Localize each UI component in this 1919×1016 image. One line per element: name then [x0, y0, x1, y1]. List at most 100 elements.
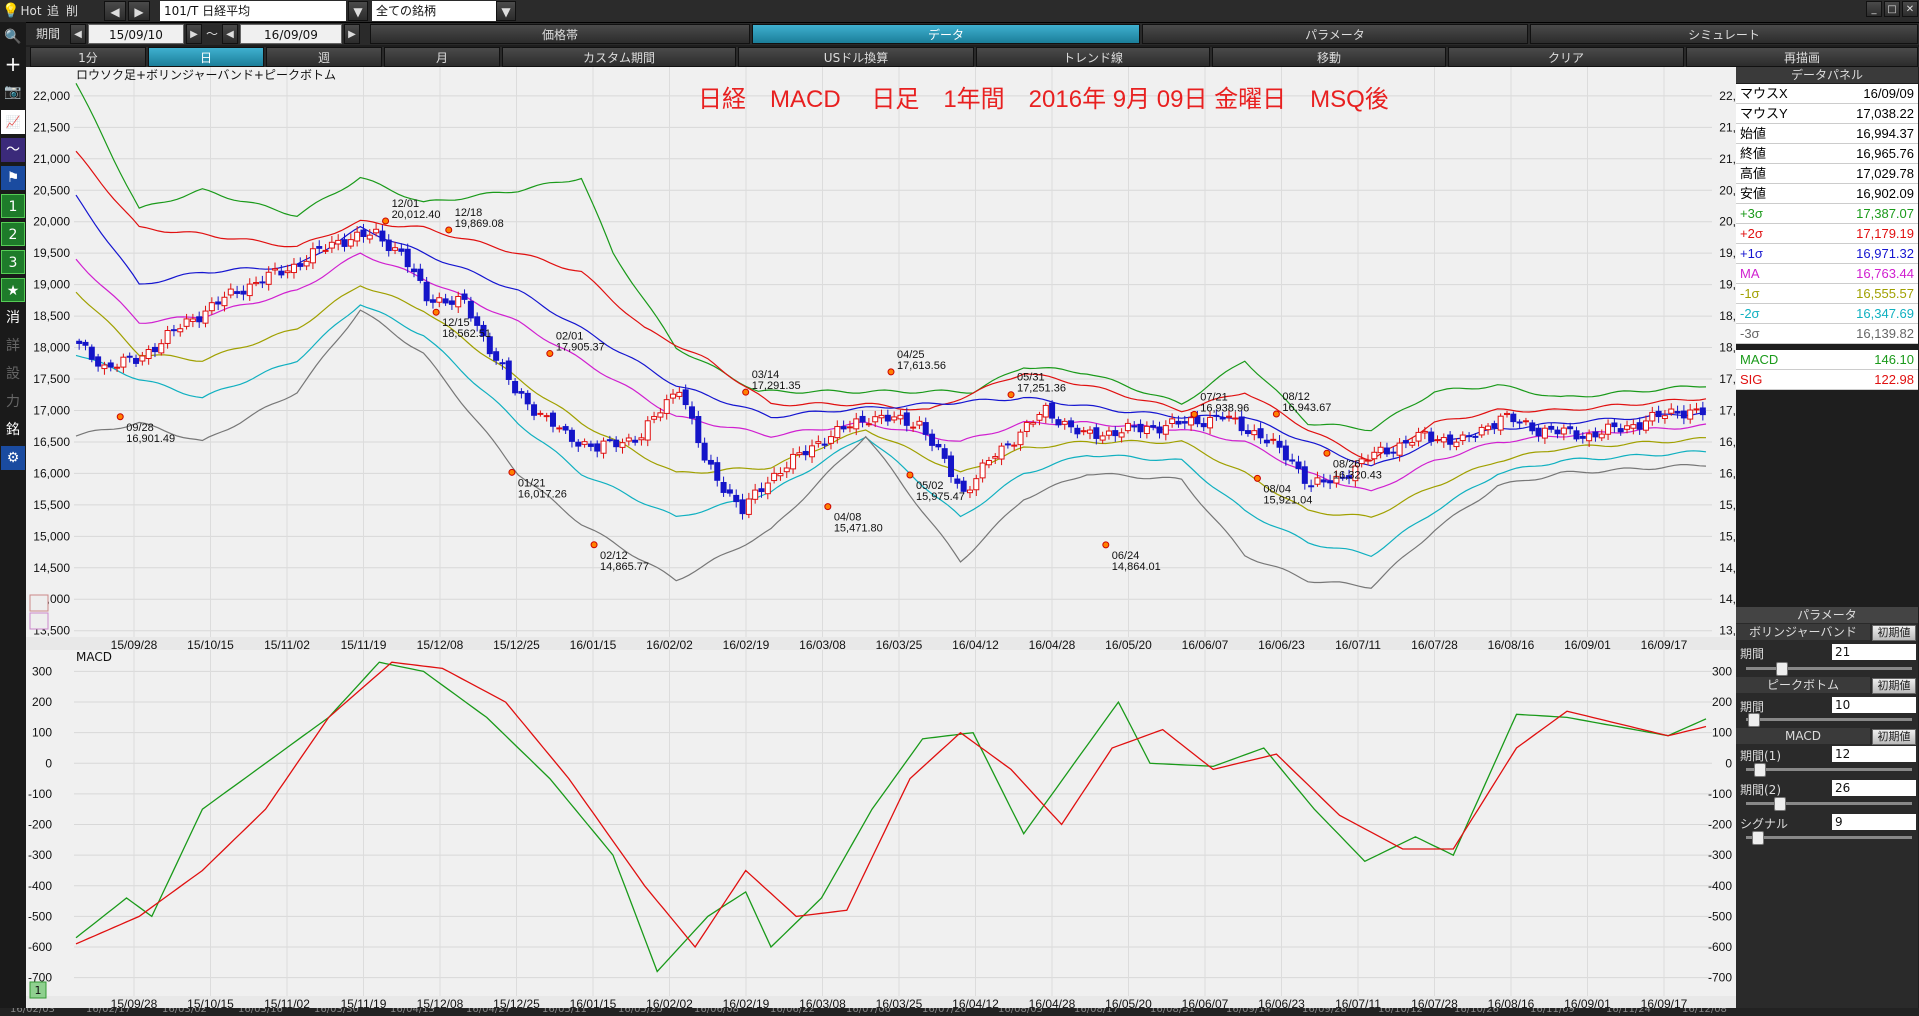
preset-2-button[interactable]: 2	[1, 222, 25, 246]
erase-button[interactable]: 消	[1, 306, 25, 330]
lightbulb-icon[interactable]: 💡	[2, 1, 20, 21]
candle-body	[910, 426, 917, 429]
filter-dropdown-icon[interactable]: ▼	[496, 1, 516, 21]
candle-body	[1276, 440, 1283, 448]
candle-body	[1207, 416, 1214, 429]
candle-body	[234, 291, 241, 294]
date-from-field[interactable]: 15/09/10	[88, 24, 184, 44]
menu-item-8[interactable]: クリア	[1448, 47, 1684, 67]
star-icon[interactable]: ★	[1, 278, 25, 302]
menu-item-1[interactable]: 日	[148, 47, 264, 67]
magnifier-icon[interactable]: 🔍	[1, 25, 25, 49]
parameter-panel: パラメータ ボリンジャーバンド 初期値 期間 21 ピークボトム 初期値 期間 …	[1736, 607, 1918, 1016]
data-key: +1σ	[1740, 246, 1763, 261]
macd-p2-slider[interactable]	[1746, 797, 1912, 811]
bb-period-field[interactable]: 21	[1832, 644, 1916, 660]
macd-p1-slider[interactable]	[1746, 763, 1912, 777]
bollinger-reset-button[interactable]: 初期値	[1872, 625, 1916, 641]
candle-body	[752, 489, 759, 500]
chart-candle-icon[interactable]: 📈	[1, 110, 25, 134]
crosshair-icon[interactable]: +	[1, 52, 25, 76]
candle-body	[202, 310, 209, 324]
tab-1[interactable]: データ	[752, 24, 1140, 44]
symbol-button[interactable]: 銘	[1, 418, 25, 442]
date-from-prev-icon[interactable]: ◀	[70, 24, 86, 44]
menu-item-6[interactable]: トレンド線	[976, 47, 1210, 67]
preset-1-button[interactable]: 1	[1, 194, 25, 218]
filter-field[interactable]: 全ての銘柄	[372, 1, 496, 21]
close-icon[interactable]: ✕	[1902, 1, 1918, 17]
maximize-icon[interactable]: □	[1884, 1, 1900, 17]
candle-body	[133, 357, 140, 364]
candle-body	[1693, 408, 1700, 411]
price-tick-right: 16,500	[1719, 435, 1736, 449]
symbol-dropdown-icon[interactable]: ▼	[348, 1, 368, 21]
pb-period-slider[interactable]	[1746, 713, 1912, 727]
bb-period-thumb[interactable]	[1776, 662, 1788, 676]
annotation-value: 16,938.96	[1200, 402, 1249, 414]
next-symbol-button[interactable]: ▶	[128, 1, 150, 21]
macd-tick-right: -200	[1708, 818, 1732, 832]
candle-body	[1219, 417, 1226, 420]
pb-period-thumb[interactable]	[1748, 713, 1760, 727]
signal-thumb[interactable]	[1752, 831, 1764, 845]
menu-item-9[interactable]: 再描画	[1686, 47, 1918, 67]
tab-2[interactable]: パラメータ	[1142, 24, 1528, 44]
signal-field[interactable]: 9	[1832, 814, 1916, 830]
date-to-next-icon[interactable]: ▶	[344, 24, 360, 44]
menu-item-3[interactable]: 月	[384, 47, 500, 67]
price-date-tick: 15/11/19	[341, 638, 387, 652]
bb-period-slider[interactable]	[1746, 662, 1912, 676]
timeline-bar[interactable]: 16/02/03 16/02/17 16/03/02 16/03/16 16/03/30…	[0, 1008, 1919, 1016]
macd-p2-thumb[interactable]	[1774, 797, 1786, 811]
candle-body	[941, 448, 948, 459]
menu-item-2[interactable]: 週	[266, 47, 382, 67]
candle-body	[840, 426, 847, 430]
price-tick-left: 16,000	[33, 466, 70, 480]
delete-button[interactable]: 削	[62, 1, 82, 21]
flag-icon[interactable]: ⚑	[1, 166, 25, 190]
line-chart-icon[interactable]: 〜	[1, 138, 25, 162]
tab-3[interactable]: シミュレート	[1530, 24, 1918, 44]
date-from-next-icon[interactable]: ▶	[186, 24, 202, 44]
detail-button[interactable]: 詳	[1, 334, 25, 358]
settings-text-button[interactable]: 設	[1, 362, 25, 386]
hot-button[interactable]: Hot	[20, 1, 42, 21]
signal-slider[interactable]	[1746, 831, 1912, 845]
symbol-field[interactable]: 101/T 日経平均	[160, 1, 346, 21]
preset-3-button[interactable]: 3	[1, 250, 25, 274]
candle-body	[726, 489, 733, 494]
tab-0[interactable]: 価格帯	[370, 24, 750, 44]
prev-symbol-button[interactable]: ◀	[104, 1, 126, 21]
gear-icon[interactable]: ⚙	[1, 446, 25, 470]
macd-tick-left: -100	[28, 787, 52, 801]
chart-area[interactable]: 22,000 22,000 21,500 21,500 21,000 21,000 20,5…	[26, 67, 1736, 1016]
peakbottom-reset-button[interactable]: 初期値	[1872, 678, 1916, 694]
pb-period-field[interactable]: 10	[1832, 697, 1916, 713]
camera-icon[interactable]: 📷	[1, 80, 25, 104]
candle-body	[126, 355, 133, 358]
date-to-prev-icon[interactable]: ◀	[222, 24, 238, 44]
candle-body	[1415, 431, 1422, 442]
date-to-field[interactable]: 16/09/09	[240, 24, 342, 44]
minimize-icon[interactable]: _	[1866, 1, 1882, 17]
candle-body	[196, 316, 203, 323]
menu-item-7[interactable]: 移動	[1212, 47, 1446, 67]
add-button[interactable]: 追	[44, 1, 62, 21]
timeline-date: 16/06/22	[770, 1008, 815, 1015]
macd-reset-button[interactable]: 初期値	[1872, 729, 1916, 745]
macd-p1-field[interactable]: 12	[1832, 746, 1916, 762]
candle-body	[221, 296, 228, 307]
candle-body	[1630, 424, 1637, 429]
candle-body	[1004, 443, 1011, 446]
menu-item-4[interactable]: カスタム期間	[502, 47, 736, 67]
input-button[interactable]: 力	[1, 390, 25, 414]
price-tick-left: 17,000	[33, 403, 70, 417]
candle-body	[1017, 431, 1024, 446]
menu-item-0[interactable]: 1分	[30, 47, 146, 67]
menu-item-5[interactable]: USドル換算	[738, 47, 974, 67]
candle-body	[284, 270, 291, 274]
macd-p2-field[interactable]: 26	[1832, 780, 1916, 796]
macd-p1-thumb[interactable]	[1754, 763, 1766, 777]
data-row: MACD 146.10	[1736, 350, 1918, 370]
